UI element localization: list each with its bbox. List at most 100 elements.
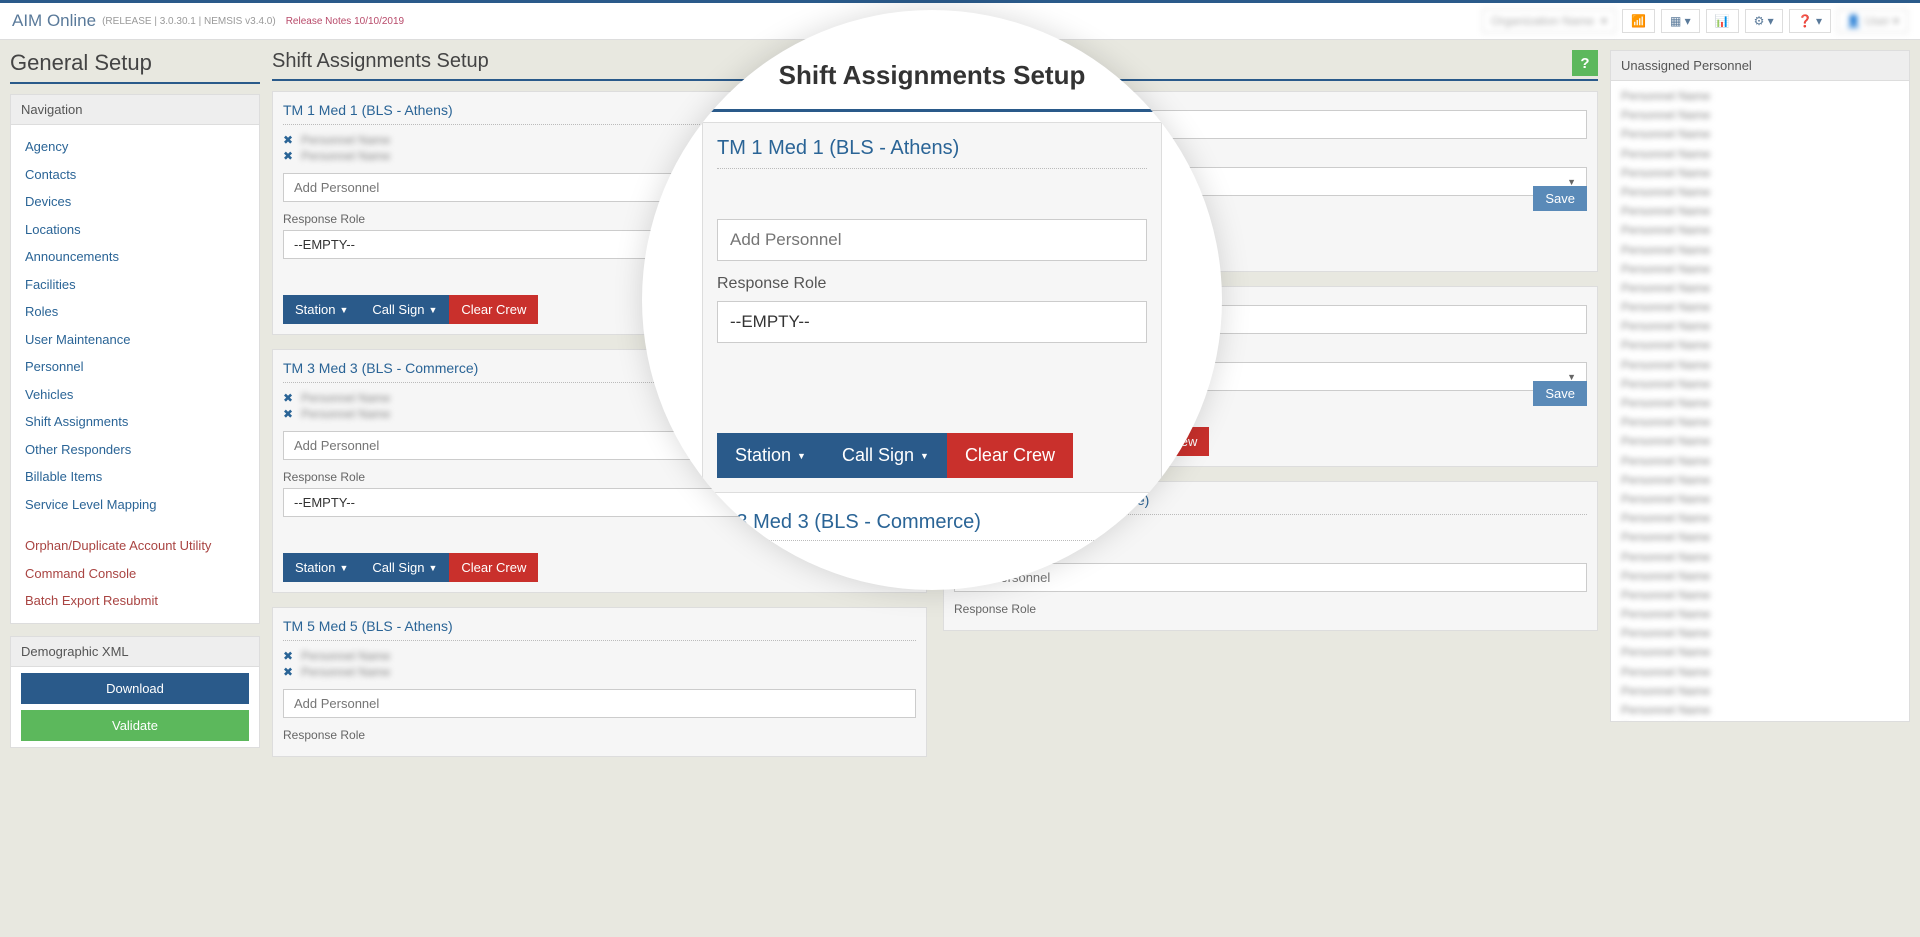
nav-header: Navigation [11, 95, 259, 125]
person-item[interactable]: Personnel Name [1621, 317, 1899, 336]
grid-icon[interactable]: ▦ ▾ [1661, 9, 1700, 33]
nav-item[interactable]: Vehicles [11, 381, 259, 409]
nav-item[interactable]: Facilities [11, 271, 259, 299]
clear-crew-button[interactable]: Clear Crew [449, 553, 538, 582]
person-item[interactable]: Personnel Name [1621, 106, 1899, 125]
demo-xml-panel: Demographic XML Download Validate [10, 636, 260, 748]
station-button[interactable]: Station ▼ [283, 553, 360, 582]
gear-icon[interactable]: ⚙ ▾ [1745, 9, 1783, 33]
zoom-section-title: Shift Assignments Setup [779, 60, 1086, 91]
user-dropdown[interactable]: 👤 User ▾ [1837, 9, 1908, 33]
nav-item[interactable]: Billable Items [11, 463, 259, 491]
response-role-label: Response Role [283, 728, 916, 742]
remove-crew-icon[interactable]: ✖ [283, 391, 293, 405]
person-item[interactable]: Personnel Name [1621, 548, 1899, 567]
zoom-shift-title: TM 1 Med 1 (BLS - Athens) [717, 137, 1147, 169]
release-notes-link[interactable]: Release Notes 10/10/2019 [286, 16, 404, 27]
person-item[interactable]: Personnel Name [1621, 145, 1899, 164]
person-item[interactable]: Personnel Name [1621, 528, 1899, 547]
validate-button[interactable]: Validate [21, 710, 249, 741]
nav-item[interactable]: Personnel [11, 353, 259, 381]
person-item[interactable]: Personnel Name [1621, 509, 1899, 528]
zoom-next-shift-title: TM 3 Med 3 (BLS - Commerce) [702, 493, 1162, 541]
save-button[interactable]: Save [1533, 186, 1587, 211]
person-item[interactable]: Personnel Name [1621, 336, 1899, 355]
station-button[interactable]: Station ▼ [283, 295, 360, 324]
nav-item[interactable]: Roles [11, 298, 259, 326]
zoom-callsign-button[interactable]: Call Sign ▼ [824, 433, 947, 478]
remove-crew-icon[interactable]: ✖ [283, 649, 293, 663]
download-button[interactable]: Download [21, 673, 249, 704]
person-item[interactable]: Personnel Name [1621, 413, 1899, 432]
person-item[interactable]: Personnel Name [1621, 490, 1899, 509]
nav-item[interactable]: Agency [11, 133, 259, 161]
person-item[interactable]: Personnel Name [1621, 586, 1899, 605]
zoom-response-role-select[interactable]: --EMPTY-- [717, 301, 1147, 343]
person-item[interactable]: Personnel Name [1621, 202, 1899, 221]
crew-name: Personnel Name [301, 133, 390, 147]
add-personnel-input[interactable] [283, 689, 916, 718]
brand: AIM Online [12, 11, 96, 31]
person-item[interactable]: Personnel Name [1621, 375, 1899, 394]
call-sign-button[interactable]: Call Sign ▼ [360, 295, 449, 324]
person-item[interactable]: Personnel Name [1621, 432, 1899, 451]
crew-name: Personnel Name [301, 407, 390, 421]
nav-item[interactable]: Contacts [11, 161, 259, 189]
remove-crew-icon[interactable]: ✖ [283, 133, 293, 147]
person-item[interactable]: Personnel Name [1621, 394, 1899, 413]
nav-item[interactable]: Devices [11, 188, 259, 216]
zoom-station-button[interactable]: Station ▼ [717, 433, 824, 478]
person-item[interactable]: Personnel Name [1621, 164, 1899, 183]
person-item[interactable]: Personnel Name [1621, 663, 1899, 682]
crew-name: Personnel Name [301, 649, 390, 663]
person-list: Personnel NamePersonnel NamePersonnel Na… [1611, 81, 1909, 721]
nav-admin-item[interactable]: Orphan/Duplicate Account Utility [11, 532, 259, 560]
person-item[interactable]: Personnel Name [1621, 471, 1899, 490]
nav-item[interactable]: Locations [11, 216, 259, 244]
nav-admin-item[interactable]: Batch Export Resubmit [11, 587, 259, 615]
save-button[interactable]: Save [1533, 381, 1587, 406]
demo-xml-header: Demographic XML [11, 637, 259, 667]
person-item[interactable]: Personnel Name [1621, 605, 1899, 624]
chevron-down-icon: ▼ [1567, 177, 1576, 187]
nav-item[interactable]: Service Level Mapping [11, 491, 259, 519]
help-icon[interactable]: ❓ ▾ [1789, 9, 1831, 33]
add-personnel-input[interactable] [954, 563, 1587, 592]
person-item[interactable]: Personnel Name [1621, 624, 1899, 643]
nav-item[interactable]: Announcements [11, 243, 259, 271]
page-title: General Setup [10, 50, 260, 76]
remove-crew-icon[interactable]: ✖ [283, 149, 293, 163]
person-item[interactable]: Personnel Name [1621, 183, 1899, 202]
person-item[interactable]: Personnel Name [1621, 567, 1899, 586]
crew-name: Personnel Name [301, 149, 390, 163]
zoom-add-personnel-input[interactable] [717, 219, 1147, 261]
person-item[interactable]: Personnel Name [1621, 260, 1899, 279]
chart-icon[interactable]: 📊 [1706, 9, 1739, 33]
remove-crew-icon[interactable]: ✖ [283, 407, 293, 421]
nav-item[interactable]: Shift Assignments [11, 408, 259, 436]
person-item[interactable]: Personnel Name [1621, 452, 1899, 471]
content: General Setup Navigation AgencyContactsD… [0, 40, 1920, 770]
person-item[interactable]: Personnel Name [1621, 643, 1899, 662]
call-sign-button[interactable]: Call Sign ▼ [360, 553, 449, 582]
org-dropdown[interactable]: Organization Name ▾ [1482, 9, 1616, 33]
person-item[interactable]: Personnel Name [1621, 241, 1899, 260]
nav-item[interactable]: Other Responders [11, 436, 259, 464]
clear-crew-button[interactable]: Clear Crew [449, 295, 538, 324]
person-item[interactable]: Personnel Name [1621, 356, 1899, 375]
help-button[interactable]: ? [1572, 50, 1598, 76]
person-item[interactable]: Personnel Name [1621, 298, 1899, 317]
person-item[interactable]: Personnel Name [1621, 279, 1899, 298]
person-item[interactable]: Personnel Name [1621, 720, 1899, 721]
person-item[interactable]: Personnel Name [1621, 125, 1899, 144]
nav-item[interactable]: User Maintenance [11, 326, 259, 354]
nav-admin-item[interactable]: Command Console [11, 560, 259, 588]
zoom-clear-crew-button[interactable]: Clear Crew [947, 433, 1073, 478]
person-item[interactable]: Personnel Name [1621, 221, 1899, 240]
person-item[interactable]: Personnel Name [1621, 701, 1899, 720]
signal-icon[interactable]: 📶 [1622, 9, 1655, 33]
shift-card: TM 5 Med 5 (BLS - Athens)✖Personnel Name… [272, 607, 927, 757]
remove-crew-icon[interactable]: ✖ [283, 665, 293, 679]
person-item[interactable]: Personnel Name [1621, 87, 1899, 106]
person-item[interactable]: Personnel Name [1621, 682, 1899, 701]
